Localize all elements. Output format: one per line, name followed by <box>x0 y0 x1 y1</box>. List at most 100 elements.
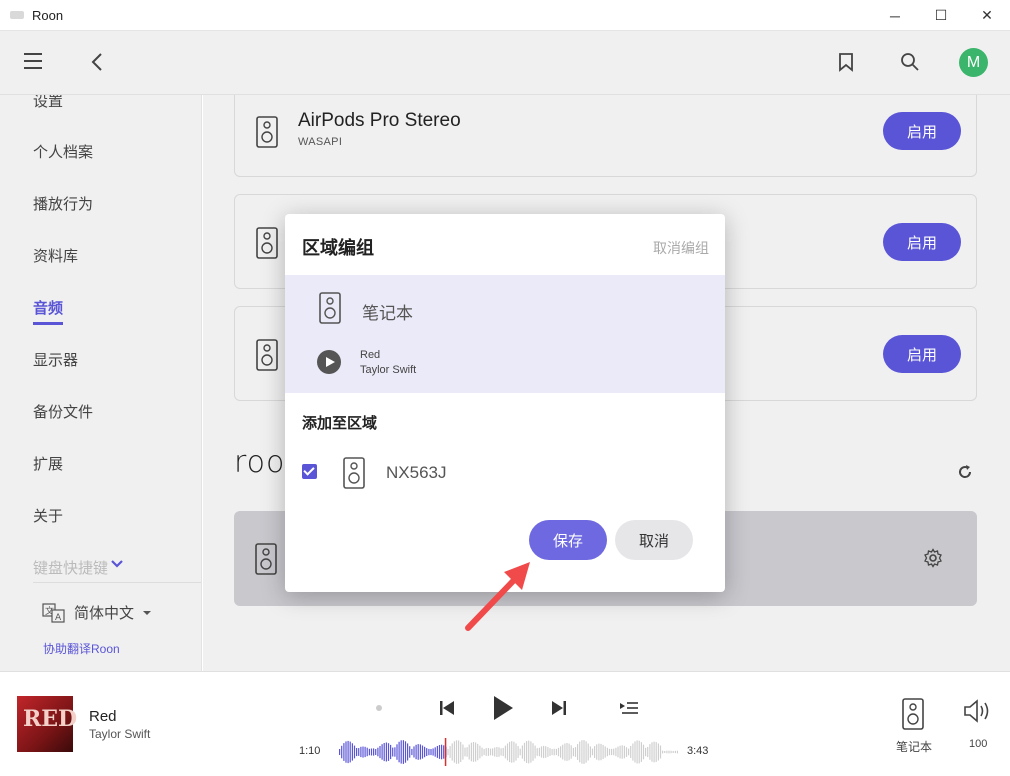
waveform-bar <box>481 747 483 757</box>
waveform-bar <box>600 743 602 761</box>
waveform-bar <box>664 751 666 753</box>
waveform-bar <box>545 746 547 758</box>
now-playing-info: Red Taylor Swift <box>360 348 416 378</box>
waveform-bar <box>540 746 543 758</box>
waveform-bar <box>564 743 566 761</box>
cancel-button[interactable]: 取消 <box>615 520 693 560</box>
back-arrow-icon[interactable] <box>90 51 104 73</box>
waveform-bar <box>587 743 589 761</box>
waveform-bar <box>390 744 392 760</box>
close-button[interactable]: ✕ <box>964 0 1010 31</box>
waveform-bar <box>594 746 596 758</box>
waveform-bar <box>619 745 621 759</box>
waveform-bar <box>676 750 678 754</box>
waveform-bar <box>368 748 370 756</box>
waveform-bar <box>364 746 366 758</box>
zone-name: 笔记本 <box>362 304 413 323</box>
waveform-bar <box>356 748 358 757</box>
status-dot <box>376 705 382 711</box>
minimize-button[interactable]: ─ <box>872 0 918 31</box>
waveform-bar <box>432 748 434 756</box>
speaker-icon <box>319 292 341 324</box>
waveform-bar <box>443 745 445 759</box>
maximize-button[interactable]: ☐ <box>918 0 964 31</box>
waveform-bar <box>521 745 523 759</box>
waveform-bar <box>530 741 532 763</box>
waveform-bar <box>398 741 400 763</box>
waveform-bar <box>362 746 364 758</box>
waveform-seekbar[interactable] <box>338 738 678 766</box>
waveform-bar <box>424 746 426 758</box>
waveform-bar <box>538 747 540 757</box>
waveform-bar <box>466 747 468 757</box>
save-button[interactable]: 保存 <box>529 520 607 560</box>
now-playing-title[interactable]: Red <box>89 708 117 725</box>
ungroup-button[interactable]: 取消编组 <box>653 238 709 258</box>
waveform-bar <box>511 741 513 763</box>
user-avatar[interactable]: M <box>959 48 988 77</box>
waveform-bar <box>577 744 579 760</box>
zone-speaker-icon[interactable] <box>901 697 925 731</box>
waveform-bar <box>591 748 594 756</box>
waveform-bar <box>502 747 504 757</box>
waveform-bar <box>589 746 591 758</box>
waveform-bar <box>632 743 634 761</box>
waveform-bar <box>602 744 604 759</box>
elapsed-time: 1:10 <box>299 745 321 757</box>
volume-icon[interactable] <box>963 698 993 724</box>
window-controls: ─ ☐ ✕ <box>872 0 1010 31</box>
waveform-bar <box>634 741 636 763</box>
waveform-bar <box>672 751 674 753</box>
waveform-bar <box>483 748 485 756</box>
waveform-bar <box>470 742 472 762</box>
previous-track-icon[interactable] <box>438 699 456 717</box>
bookmark-icon[interactable] <box>837 52 855 72</box>
waveform-bar <box>366 747 368 757</box>
waveform-bar <box>596 744 598 760</box>
annotation-arrow-icon <box>465 562 530 631</box>
device-name: NX563J <box>386 463 447 482</box>
queue-icon[interactable] <box>619 700 639 716</box>
menu-icon[interactable] <box>24 53 42 71</box>
waveform-bar <box>489 748 492 756</box>
waveform-bar <box>532 743 534 761</box>
waveform-bar <box>379 746 381 759</box>
next-track-icon[interactable] <box>550 699 568 717</box>
window-titlebar: Roon ─ ☐ ✕ <box>0 0 1010 31</box>
waveform-bar <box>549 748 551 756</box>
waveform-bar <box>515 743 517 761</box>
waveform-bar <box>657 743 659 761</box>
waveform-bar <box>449 746 451 758</box>
waveform-bar <box>343 743 345 761</box>
zone-label[interactable]: 笔记本 <box>896 738 932 755</box>
waveform-bar <box>498 747 500 757</box>
track-artist: Taylor Swift <box>360 364 417 376</box>
album-art[interactable]: RED <box>17 696 77 752</box>
waveform-bar <box>411 748 413 756</box>
waveform-bar <box>645 747 647 757</box>
waveform-bar <box>504 745 506 759</box>
track-duration: 3:43 <box>687 745 709 757</box>
waveform-bar <box>400 740 402 764</box>
waveform-bar <box>553 748 555 756</box>
waveform-bar <box>447 748 449 756</box>
waveform-bar <box>636 740 638 764</box>
search-icon[interactable] <box>900 52 920 72</box>
device-checkbox[interactable] <box>302 464 317 479</box>
playhead[interactable] <box>444 738 447 766</box>
waveform-bar <box>579 741 581 763</box>
waveform-bar <box>455 740 458 764</box>
waveform-bar <box>496 747 498 757</box>
now-playing-artist[interactable]: Taylor Swift <box>89 727 150 741</box>
waveform-bar <box>353 745 356 759</box>
play-icon[interactable] <box>317 350 341 374</box>
waveform-bar <box>674 750 676 754</box>
play-icon[interactable] <box>491 694 515 722</box>
album-art-text: RED <box>23 706 78 732</box>
waveform-bar <box>426 748 428 756</box>
waveform-bar <box>566 743 568 761</box>
waveform-bar <box>662 750 664 754</box>
waveform-bar <box>615 747 617 757</box>
waveform-bar <box>570 745 572 759</box>
waveform-bar <box>557 747 560 757</box>
